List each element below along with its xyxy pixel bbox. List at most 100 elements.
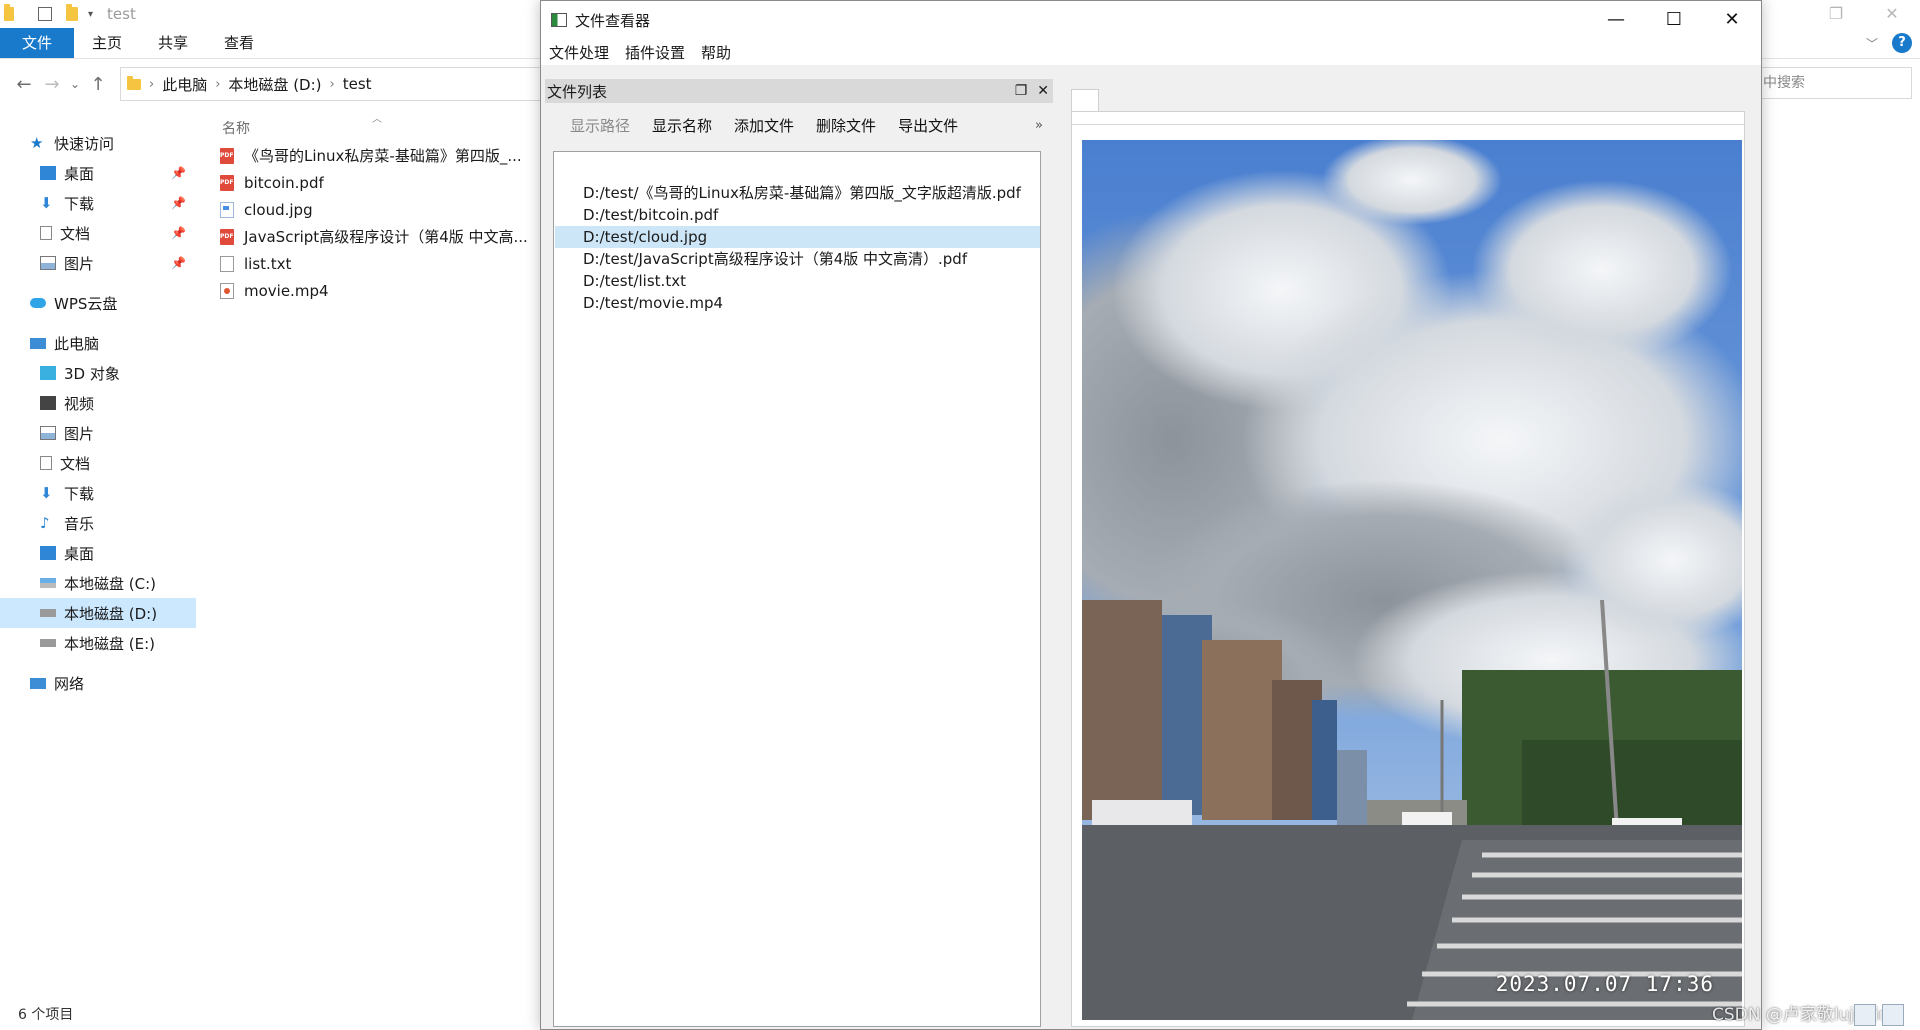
export-file-button[interactable]: 导出文件 <box>887 115 969 136</box>
cube-icon <box>40 366 56 380</box>
nav-documents[interactable]: 文档 📌 <box>0 218 196 248</box>
nav-pc-downloads[interactable]: ⬇ 下载 <box>0 478 196 508</box>
preview-tab[interactable] <box>1071 89 1099 112</box>
file-row[interactable]: JavaScript高级程序设计（第4版 中文高... <box>220 223 540 250</box>
file-path-list[interactable]: D:/test/《鸟哥的Linux私房菜-基础篇》第四版_文字版超清版.pdf … <box>553 151 1041 1027</box>
close-icon[interactable]: ✕ <box>1703 1 1761 39</box>
file-row[interactable]: list.txt <box>220 250 540 277</box>
nav-pc-documents[interactable]: 文档 <box>0 448 196 478</box>
nav-pc-desktop[interactable]: 桌面 <box>0 538 196 568</box>
search-input[interactable]: 中搜索 <box>1740 67 1912 99</box>
navigation-pane: ★ 快速访问 桌面 📌 ⬇ 下载 📌 文档 📌 图片 📌 WPS云盘 此电脑 3… <box>0 128 196 698</box>
star-icon: ★ <box>30 134 44 152</box>
picture-icon <box>40 426 56 440</box>
nav-wps-cloud[interactable]: WPS云盘 <box>0 288 196 318</box>
add-file-button[interactable]: 添加文件 <box>723 115 805 136</box>
sort-up-icon: ︿ <box>372 114 382 125</box>
tab-view[interactable]: 查看 <box>206 28 272 58</box>
chevron-right-icon: › <box>149 76 155 92</box>
pin-icon[interactable]: 📌 <box>171 256 186 270</box>
list-item-selected[interactable]: D:/test/cloud.jpg <box>555 226 1040 248</box>
explorer-window-controls: ❐ ✕ <box>1808 0 1920 28</box>
list-item[interactable]: D:/test/JavaScript高级程序设计（第4版 中文高清）.pdf <box>555 248 1040 270</box>
computer-icon <box>30 337 46 349</box>
file-row[interactable]: bitcoin.pdf <box>220 169 540 196</box>
nav-downloads[interactable]: ⬇ 下载 📌 <box>0 188 196 218</box>
column-header-name[interactable]: 名称 ︿ <box>220 114 540 142</box>
float-dock-icon[interactable]: ❐ <box>1015 79 1028 103</box>
help-icon[interactable]: ? <box>1892 33 1912 53</box>
file-row[interactable]: cloud.jpg <box>220 196 540 223</box>
nav-pc-pictures[interactable]: 图片 <box>0 418 196 448</box>
drive-icon <box>40 639 56 647</box>
nav-network[interactable]: 网络 <box>0 668 196 698</box>
nav-3d-objects[interactable]: 3D 对象 <box>0 358 196 388</box>
file-list-dock: 文件列表 ❐ ✕ 显示路径 显示名称 添加文件 删除文件 导出文件 » D:/t… <box>545 79 1053 1027</box>
list-item[interactable]: D:/test/movie.mp4 <box>555 292 1040 314</box>
desktop-icon <box>40 166 56 180</box>
viewer-title-bar[interactable]: 文件查看器 — ☐ ✕ <box>541 1 1761 39</box>
system-tray <box>1854 1004 1904 1026</box>
expand-ribbon-icon[interactable]: ﹀ <box>1866 35 1878 52</box>
close-icon[interactable]: ✕ <box>1864 0 1920 28</box>
file-row[interactable]: 《鸟哥的Linux私房菜-基础篇》第四版_... <box>220 142 540 169</box>
ribbon-right: ﹀ ? <box>1866 28 1920 58</box>
back-arrow-icon[interactable]: ← <box>10 74 38 95</box>
restore-icon[interactable]: ❐ <box>1808 0 1864 28</box>
app-icon <box>551 13 567 27</box>
pin-icon[interactable]: 📌 <box>171 226 186 240</box>
nav-this-pc[interactable]: 此电脑 <box>0 328 196 358</box>
nav-desktop[interactable]: 桌面 📌 <box>0 158 196 188</box>
chevron-right-icon: › <box>215 76 221 92</box>
nav-quick-access[interactable]: ★ 快速访问 <box>0 128 196 158</box>
show-path-button[interactable]: 显示路径 <box>559 115 641 136</box>
image-file-icon <box>220 201 234 218</box>
list-item[interactable]: D:/test/list.txt <box>555 270 1040 292</box>
show-name-button[interactable]: 显示名称 <box>641 115 723 136</box>
tray-icon[interactable] <box>1882 1004 1904 1026</box>
nav-music[interactable]: ♪ 音乐 <box>0 508 196 538</box>
up-arrow-icon[interactable]: ↑ <box>84 74 112 95</box>
tab-share[interactable]: 共享 <box>140 28 206 58</box>
maximize-icon[interactable]: ☐ <box>1645 1 1703 39</box>
breadcrumb-test[interactable]: test <box>343 75 372 93</box>
file-viewer-window: 文件查看器 — ☐ ✕ 文件处理 插件设置 帮助 文件列表 ❐ ✕ 显示路径 显… <box>540 0 1762 1030</box>
nav-drive-d[interactable]: 本地磁盘 (D:) <box>0 598 196 628</box>
document-icon <box>40 456 52 470</box>
new-folder-icon[interactable] <box>66 4 78 21</box>
nav-pictures[interactable]: 图片 📌 <box>0 248 196 278</box>
toolbar-overflow-icon[interactable]: » <box>1035 118 1043 133</box>
menu-plugin-settings[interactable]: 插件设置 <box>617 42 693 63</box>
forward-arrow-icon[interactable]: → <box>38 74 66 95</box>
pin-icon[interactable]: 📌 <box>171 196 186 210</box>
pin-icon[interactable]: 📌 <box>171 166 186 180</box>
tray-icon[interactable] <box>1854 1004 1876 1026</box>
file-row[interactable]: movie.mp4 <box>220 277 540 304</box>
properties-icon[interactable] <box>38 7 52 21</box>
nav-drive-e[interactable]: 本地磁盘 (E:) <box>0 628 196 658</box>
nav-drive-c[interactable]: 本地磁盘 (C:) <box>0 568 196 598</box>
tab-home[interactable]: 主页 <box>74 28 140 58</box>
viewer-window-controls: — ☐ ✕ <box>1587 1 1761 39</box>
list-item[interactable]: D:/test/《鸟哥的Linux私房菜-基础篇》第四版_文字版超清版.pdf <box>555 182 1040 204</box>
menu-file-processing[interactable]: 文件处理 <box>541 42 617 63</box>
pdf-file-icon <box>220 228 234 245</box>
dock-title-bar[interactable]: 文件列表 ❐ ✕ <box>545 79 1053 103</box>
breadcrumb-drive-d[interactable]: 本地磁盘 (D:) <box>228 74 321 95</box>
close-dock-icon[interactable]: ✕ <box>1037 79 1049 103</box>
cloud-icon <box>30 298 46 308</box>
recent-dropdown-icon[interactable]: ⌄ <box>66 77 84 91</box>
status-item-count: 6 个项目 <box>18 1007 74 1023</box>
tab-file[interactable]: 文件 <box>0 28 75 58</box>
delete-file-button[interactable]: 删除文件 <box>805 115 887 136</box>
list-item[interactable]: D:/test/bitcoin.pdf <box>555 204 1040 226</box>
document-icon <box>40 226 52 240</box>
minimize-icon[interactable]: — <box>1587 1 1645 39</box>
music-icon: ♪ <box>40 514 50 532</box>
breadcrumb-this-pc[interactable]: 此电脑 <box>162 74 207 95</box>
network-icon <box>30 677 46 689</box>
dock-buttons: ❐ ✕ <box>1015 79 1049 103</box>
nav-videos[interactable]: 视频 <box>0 388 196 418</box>
menu-help[interactable]: 帮助 <box>693 42 739 63</box>
customize-qat-icon[interactable]: ▾ <box>88 9 93 20</box>
